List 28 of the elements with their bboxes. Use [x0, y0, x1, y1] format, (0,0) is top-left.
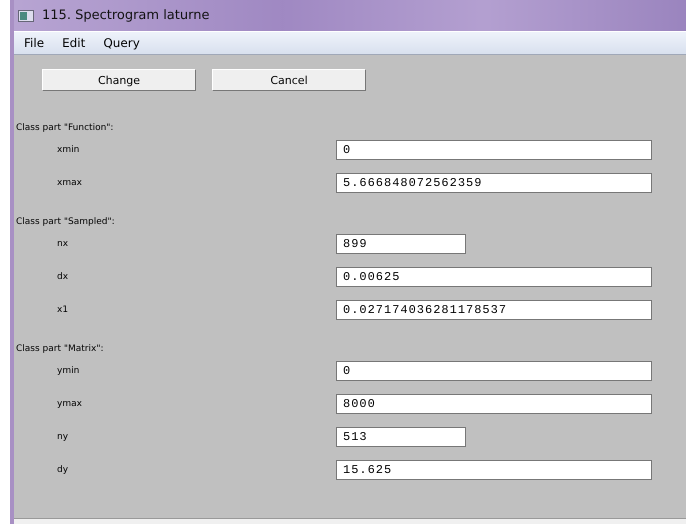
input-field[interactable]: 899: [336, 234, 466, 254]
field-label: dy: [56, 464, 70, 474]
field-label: ny: [56, 432, 70, 442]
window-title: 115. Spectrogram laturne: [42, 8, 210, 23]
field-label: xmax: [56, 178, 83, 188]
input-field[interactable]: 0: [336, 140, 652, 160]
field-label: x1: [56, 304, 70, 314]
field-label: nx: [56, 238, 70, 248]
input-field[interactable]: 513: [336, 426, 466, 446]
input-field[interactable]: 0.00625: [336, 266, 652, 286]
input-field[interactable]: 0: [336, 360, 652, 380]
field-label: ymax: [56, 398, 83, 408]
menu-item[interactable]: Edit: [62, 36, 86, 50]
section-heading: Class part "Sampled":: [15, 216, 116, 227]
dialog-button[interactable]: Change: [42, 69, 196, 91]
window-icon: [18, 10, 34, 22]
input-field[interactable]: 15.625: [336, 460, 652, 480]
menu-item[interactable]: Query: [103, 36, 140, 50]
section-heading: Class part "Function":: [15, 122, 114, 133]
section-heading: Class part "Matrix":: [15, 343, 105, 354]
dialog-button[interactable]: Cancel: [212, 69, 366, 91]
menu-item[interactable]: File: [24, 36, 44, 50]
field-label: dx: [56, 272, 70, 282]
input-field[interactable]: 8000: [336, 394, 652, 414]
input-field[interactable]: 0.027174036281178537: [336, 300, 652, 320]
field-label: ymin: [56, 366, 80, 376]
field-label: xmin: [56, 144, 80, 154]
input-field[interactable]: 5.666848072562359: [336, 172, 652, 192]
